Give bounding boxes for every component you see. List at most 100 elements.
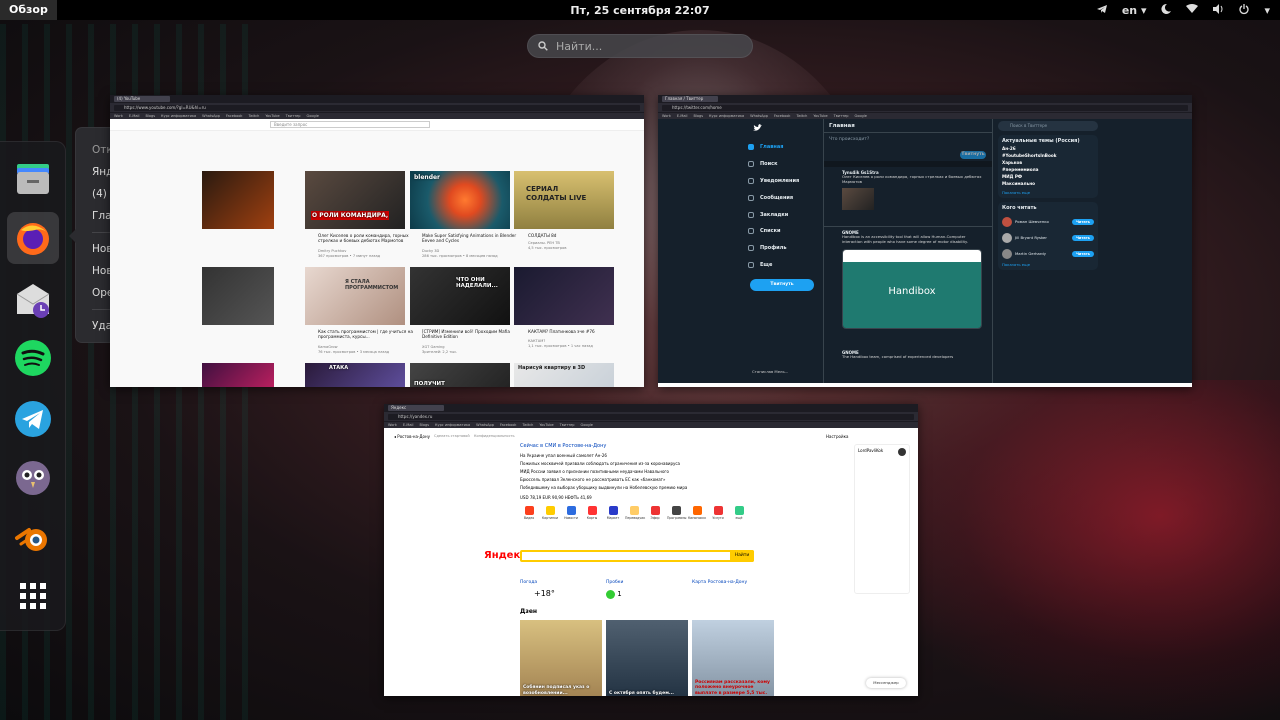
service-more[interactable]: ещё xyxy=(730,506,748,520)
window-youtube[interactable]: (4) YouTube https://www.youtube.com/?gl=… xyxy=(110,95,644,387)
zen-card[interactable]: Собянин подписал указ о возобновлении... xyxy=(520,620,602,696)
spotify-icon[interactable] xyxy=(7,332,59,384)
nav-item-notifications[interactable]: Уведомления xyxy=(748,173,818,190)
video-thumbnail[interactable]: ЧТО ОНИ НАДЕЛАЛИ... xyxy=(410,267,510,325)
weather-label[interactable]: Погода xyxy=(520,580,537,585)
follow-suggestion[interactable]: Martin Gerhardy Читать xyxy=(1002,246,1094,262)
chevron-down-icon[interactable]: ▾ xyxy=(1264,4,1270,17)
service-maps[interactable]: Карты xyxy=(583,506,601,520)
tweet-media[interactable] xyxy=(842,187,874,210)
url-field[interactable]: https://www.youtube.com/?gl=RU&hl=ru xyxy=(114,104,640,111)
service-live[interactable]: Эфир xyxy=(646,506,664,520)
trend-item[interactable]: #перемемиола xyxy=(1002,168,1094,173)
twitter-logo-icon[interactable] xyxy=(753,124,762,132)
clock[interactable]: Пт, 25 сентября 22:07 xyxy=(0,4,1280,17)
activities-button[interactable]: Обзор xyxy=(0,0,57,20)
video-thumbnail[interactable] xyxy=(202,363,274,387)
zen-card[interactable]: С октября опять будем... xyxy=(606,620,688,696)
city-link[interactable]: ◂ Ростов-на-Дону xyxy=(394,434,430,439)
find-button[interactable]: Найти xyxy=(730,550,754,562)
video-title[interactable]: Make Super Satisfying Animations in Blen… xyxy=(422,233,518,243)
video-thumbnail[interactable] xyxy=(202,171,274,229)
firefox-icon[interactable] xyxy=(7,212,59,264)
video-channel[interactable]: Сериалы. РЕН ТВ xyxy=(528,241,560,245)
tweet-card[interactable]: Handibox xyxy=(842,248,982,329)
service-kinopoisk[interactable]: Кинопоиск xyxy=(688,506,706,520)
video-thumbnail[interactable]: СЕРИАЛ СОЛДАТЫ LIVE xyxy=(514,171,614,229)
nav-item-explore[interactable]: Поиск xyxy=(748,156,818,173)
video-thumbnail[interactable]: blender xyxy=(410,171,510,229)
video-thumbnail[interactable]: АТАКА xyxy=(305,363,405,387)
nav-item-bookmarks[interactable]: Закладки xyxy=(748,206,818,223)
video-thumbnail[interactable]: Нарисуй квартиру в 3D xyxy=(514,363,614,387)
trend-item[interactable]: Максимально xyxy=(1002,182,1094,187)
video-thumbnail[interactable] xyxy=(514,267,614,325)
search-input[interactable]: Найти... xyxy=(527,34,753,58)
trend-item[interactable]: Харьков xyxy=(1002,161,1094,166)
trend-item[interactable]: Ан-26 xyxy=(1002,146,1094,152)
map-link[interactable]: Карта Ростова-на-Дону xyxy=(692,580,747,585)
show-more-link[interactable]: Показать еще xyxy=(1002,190,1094,195)
language-indicator[interactable]: en ▾ xyxy=(1122,4,1147,17)
video-channel[interactable]: Ducky 3D xyxy=(422,249,439,253)
traffic-score[interactable]: 1 xyxy=(606,589,622,599)
tab-youtube[interactable]: (4) YouTube xyxy=(114,96,170,102)
video-title[interactable]: СОЛДАТЫ 8d xyxy=(528,233,624,238)
video-thumbnail[interactable] xyxy=(202,267,274,325)
currency-rates[interactable]: USD 78,19 EUR 90,90 НЕФТЬ 41,69 xyxy=(520,495,592,500)
news-item[interactable]: МИД России заявил о признании позитивным… xyxy=(520,469,669,474)
news-tab[interactable]: Сейчас в СМИ xyxy=(520,443,556,449)
follow-suggestion[interactable]: Jill Bryant Rysker Читать xyxy=(1002,230,1094,246)
avatar[interactable] xyxy=(898,448,906,456)
show-more-link[interactable]: Показать еще xyxy=(1002,262,1094,267)
url-field[interactable]: https://yandex.ru xyxy=(388,413,914,420)
nav-item-profile[interactable]: Профиль xyxy=(748,240,818,257)
tab-yandex[interactable]: Яндекс xyxy=(388,405,444,411)
settings-link[interactable]: Настройка xyxy=(826,434,848,439)
youtube-search-input[interactable]: Введите запрос xyxy=(270,121,430,128)
volume-icon[interactable] xyxy=(1212,3,1224,18)
make-start-link[interactable]: Сделать стартовой xyxy=(434,434,470,439)
news-item[interactable]: Пожилых москвичей призвали соблюдать огр… xyxy=(520,461,680,466)
video-channel[interactable]: Dmitry Puchkov xyxy=(318,249,346,253)
weather-temp[interactable]: +18° xyxy=(534,589,555,599)
owl-icon[interactable] xyxy=(7,452,59,504)
video-title[interactable]: [СТРИМ] Изменили всё! Проходим Mafia Def… xyxy=(422,329,518,339)
mail-clock-icon[interactable] xyxy=(7,274,59,326)
window-twitter[interactable]: Главная / Твиттер https://twitter.com/ho… xyxy=(658,95,1192,387)
blender-icon[interactable] xyxy=(7,512,59,564)
telegram-tray-icon[interactable] xyxy=(1096,3,1108,18)
service-translate[interactable]: Переводчик xyxy=(625,506,645,520)
power-icon[interactable] xyxy=(1238,3,1250,18)
app-grid-icon[interactable] xyxy=(7,570,59,622)
nav-item-home[interactable]: Главная xyxy=(748,139,818,156)
video-channel[interactable]: КАКТАМ? xyxy=(528,339,545,343)
video-thumbnail[interactable]: Я СТАЛА ПРОГРАММИСТОМ xyxy=(305,267,405,325)
video-thumbnail[interactable]: ПОЛУЧИТ xyxy=(410,363,510,387)
service-news[interactable]: Новости xyxy=(562,506,580,520)
service-video[interactable]: Видео xyxy=(520,506,538,520)
compose-tweet-button[interactable]: Твитнуть xyxy=(960,151,986,159)
messenger-button[interactable]: Мессенджер xyxy=(866,678,906,688)
service-uslugi[interactable]: Услуги xyxy=(709,506,727,520)
video-thumbnail[interactable]: О РОЛИ КОМАНДИРА, xyxy=(305,171,405,229)
nav-item-messages[interactable]: Сообщения xyxy=(748,189,818,206)
video-title[interactable]: КАКТАМ? Платинкова эче #76 xyxy=(528,329,624,334)
window-yandex[interactable]: Яндекс https://yandex.ru Work E-Mail Blogs… xyxy=(384,404,918,696)
trend-item[interactable]: МИД РФ xyxy=(1002,175,1094,180)
yandex-search-input[interactable]: Найти xyxy=(520,550,754,562)
twitter-search-input[interactable]: Поиск в Твиттере xyxy=(998,121,1098,131)
trend-item[interactable]: #YoutubeShortsInBook xyxy=(1002,153,1094,159)
tweet[interactable]: GNOME Handibox is an accessibility tool … xyxy=(824,227,992,347)
privacy-link[interactable]: Конфиденциальность xyxy=(474,434,515,439)
nav-item-lists[interactable]: Списки xyxy=(748,223,818,240)
tab-twitter[interactable]: Главная / Твиттер xyxy=(662,96,718,102)
service-tv[interactable]: Программы xyxy=(667,506,686,520)
follow-button[interactable]: Читать xyxy=(1072,218,1094,225)
tweet[interactable]: Tynu4ik Gs1Stra Олег Киселев о роли кома… xyxy=(824,167,992,227)
video-title[interactable]: Олег Киселев о роли командира, горных ст… xyxy=(318,233,414,243)
video-title[interactable]: Как стать программистом | где учиться на… xyxy=(318,329,414,339)
url-field[interactable]: https://twitter.com/home xyxy=(662,104,1188,111)
service-images[interactable]: Картинки xyxy=(541,506,559,520)
zen-card[interactable]: Россиянам рассказали, кому положено внеу… xyxy=(692,620,774,696)
